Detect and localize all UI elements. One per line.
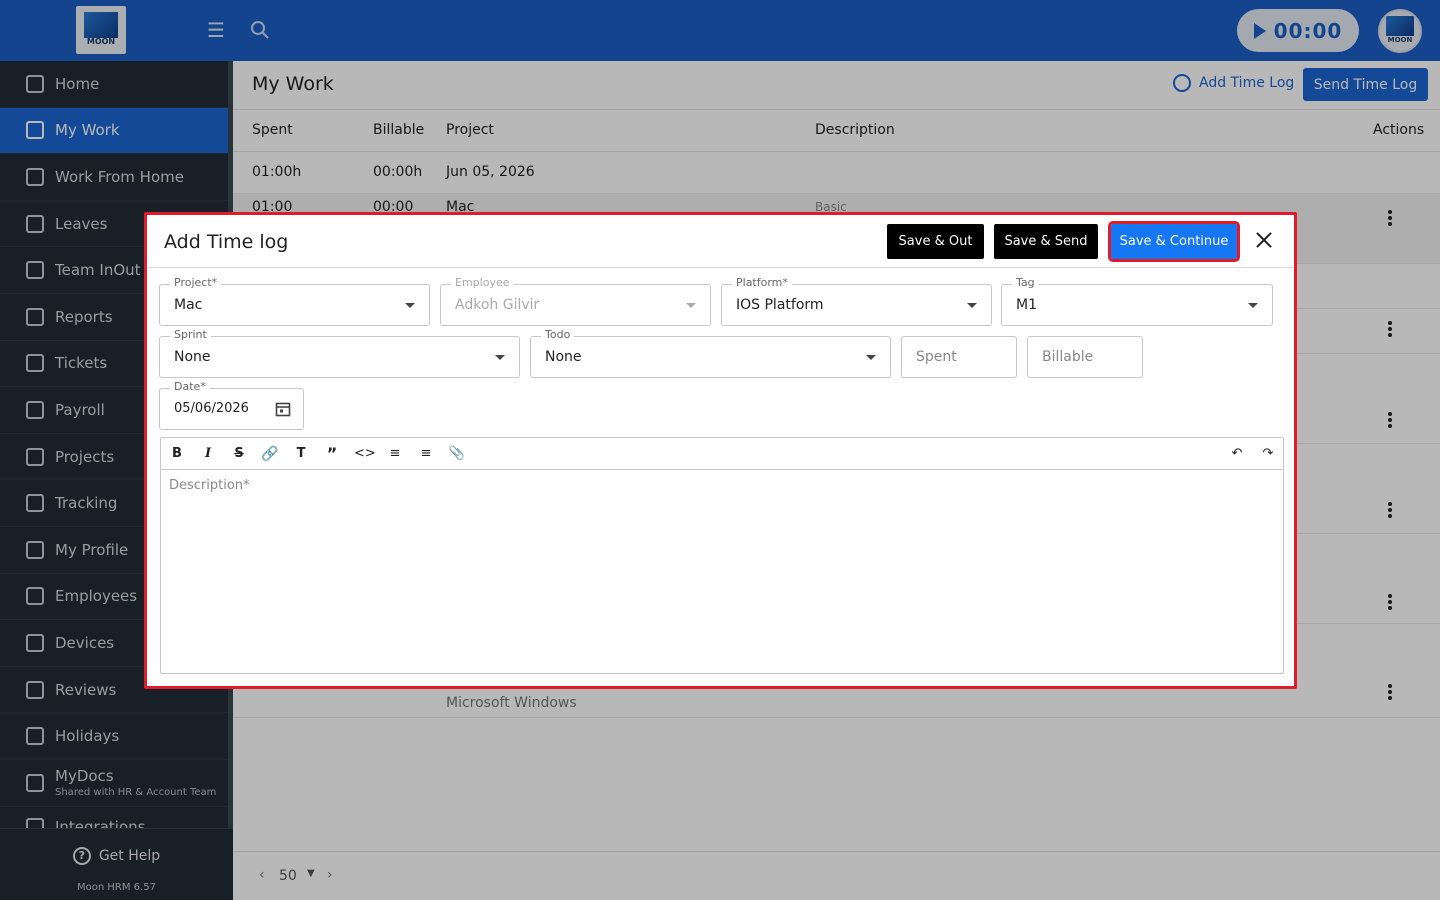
add-time-log-modal: Add Time log Save & Out Save & Send Save… [144, 212, 1297, 689]
chevron-down-icon [967, 303, 977, 308]
attachment-icon[interactable]: 📎 [447, 444, 467, 464]
close-icon[interactable] [1252, 228, 1276, 252]
spent-input[interactable]: Spent [901, 336, 1017, 378]
todo-select[interactable]: Todo None [530, 328, 891, 378]
save-send-button[interactable]: Save & Send [994, 224, 1098, 259]
save-continue-button[interactable]: Save & Continue [1108, 221, 1240, 262]
employee-select: Employee Adkoh Gilvir [440, 276, 711, 326]
italic-icon[interactable]: I [198, 444, 218, 464]
description-editor[interactable]: B I S 🔗 T ” <> ≡ ≡ 📎 ↶ ↷ Description* [160, 437, 1284, 674]
numbered-list-icon[interactable]: ≡ [416, 444, 436, 464]
modal-title: Add Time log [164, 231, 289, 253]
text-size-icon[interactable]: T [291, 444, 311, 464]
tag-select[interactable]: Tag M1 [1001, 276, 1273, 326]
redo-icon[interactable]: ↷ [1258, 444, 1278, 464]
date-field[interactable]: Date* 05/06/2026 [159, 380, 304, 430]
editor-toolbar: B I S 🔗 T ” <> ≡ ≡ 📎 ↶ ↷ [161, 438, 1283, 470]
billable-input[interactable]: Billable [1027, 336, 1143, 378]
save-out-button[interactable]: Save & Out [887, 224, 984, 259]
strikethrough-icon[interactable]: S [229, 444, 249, 464]
chevron-down-icon [405, 303, 415, 308]
platform-select[interactable]: Platform* IOS Platform [721, 276, 992, 326]
chevron-down-icon [866, 355, 876, 360]
undo-icon[interactable]: ↶ [1227, 444, 1247, 464]
link-icon[interactable]: 🔗 [260, 444, 280, 464]
calendar-icon[interactable] [275, 401, 291, 417]
bold-icon[interactable]: B [167, 444, 187, 464]
bullet-list-icon[interactable]: ≡ [385, 444, 405, 464]
project-select[interactable]: Project* Mac [159, 276, 430, 326]
chevron-down-icon [495, 355, 505, 360]
description-placeholder: Description* [169, 478, 250, 493]
sprint-select[interactable]: Sprint None [159, 328, 520, 378]
chevron-down-icon [686, 303, 696, 308]
quote-icon[interactable]: ” [322, 444, 342, 464]
code-icon[interactable]: <> [354, 444, 376, 464]
divider [147, 267, 1294, 268]
chevron-down-icon [1248, 303, 1258, 308]
